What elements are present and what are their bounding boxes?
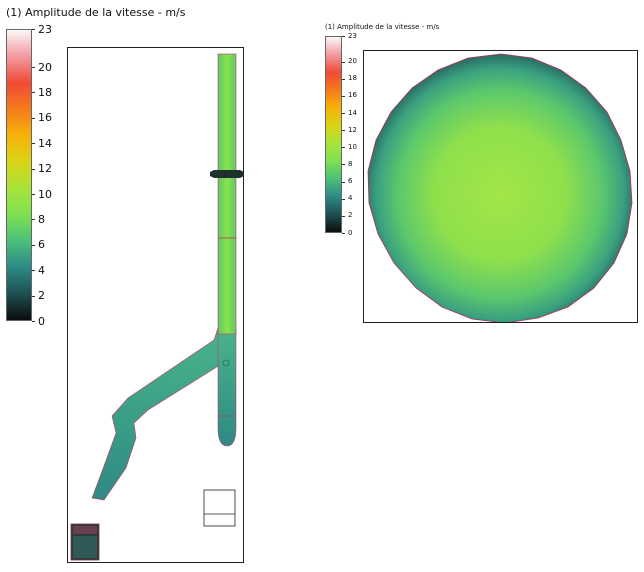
scale-tick-mark: [32, 219, 35, 221]
pipe-side-view[interactable]: [67, 47, 244, 563]
scale-tick-label: 23: [348, 31, 357, 40]
legend-title: (1) Amplitude de la vitesse - m/s: [6, 6, 186, 19]
scale-tick-mark: [32, 321, 35, 322]
color-scale-bar: [6, 29, 32, 321]
scale-tick-label: 20: [38, 60, 52, 74]
clamp: [210, 170, 243, 178]
scale-tick-label: 16: [38, 111, 52, 125]
legend-title-small: (1) Amplitude de la vitesse - m/s: [325, 23, 440, 31]
scale-tick-label: 20: [348, 57, 357, 66]
scale-tick-label: 10: [348, 142, 357, 151]
cross-section-view[interactable]: [363, 50, 638, 323]
scale-tick-label: 12: [38, 162, 52, 176]
scale-tick-label: 18: [348, 74, 357, 83]
cross-section-disc: [367, 53, 633, 322]
scale-tick-label: 8: [38, 212, 45, 226]
color-scale-bar-small: [325, 36, 342, 233]
scale-tick-mark: [32, 168, 35, 170]
scale-tick-mark: [32, 67, 35, 69]
scale-tick-mark: [32, 92, 35, 94]
scale-tick-mark: [32, 194, 35, 196]
scale-tick-mark: [342, 61, 345, 63]
scale-tick-mark: [32, 29, 35, 30]
scale-tick-label: 0: [348, 228, 353, 237]
scale-tick-label: 2: [38, 289, 45, 303]
scale-tick-label: 23: [38, 22, 52, 36]
scale-tick-label: 4: [348, 194, 353, 203]
scale-tick-label: 6: [38, 238, 45, 252]
scale-tick-mark: [32, 244, 35, 246]
scale-tick-label: 12: [348, 125, 357, 134]
scale-tick-label: 14: [38, 136, 52, 150]
scale-tick-mark: [32, 143, 35, 145]
scale-tick-mark: [342, 95, 345, 97]
main-pipe: [217, 53, 237, 335]
scale-tick-mark: [342, 164, 345, 166]
scale-tick-mark: [342, 130, 345, 132]
lower-pipe: [217, 327, 237, 447]
axis-triad-box: [203, 489, 236, 527]
scale-tick-mark: [342, 113, 345, 115]
scale-tick-label: 6: [348, 177, 353, 186]
scale-tick-mark: [342, 147, 345, 149]
branch-pipe: [91, 327, 229, 501]
scale-tick-mark: [32, 270, 35, 272]
scale-tick-mark: [342, 181, 345, 183]
scale-tick-label: 10: [38, 187, 52, 201]
scale-tick-mark: [342, 36, 345, 37]
scale-tick-label: 4: [38, 263, 45, 277]
scale-tick-label: 14: [348, 108, 357, 117]
scale-tick-label: 2: [348, 211, 353, 220]
scale-tick-mark: [342, 198, 345, 200]
scale-tick-label: 0: [38, 314, 45, 328]
scale-tick-mark: [342, 233, 345, 234]
scale-tick-label: 18: [38, 85, 52, 99]
scale-tick-mark: [32, 295, 35, 297]
scale-tick-mark: [342, 215, 345, 217]
scale-tick-mark: [32, 117, 35, 119]
scale-tick-label: 16: [348, 91, 357, 100]
scale-tick-label: 8: [348, 159, 353, 168]
scale-tick-mark: [342, 78, 345, 80]
